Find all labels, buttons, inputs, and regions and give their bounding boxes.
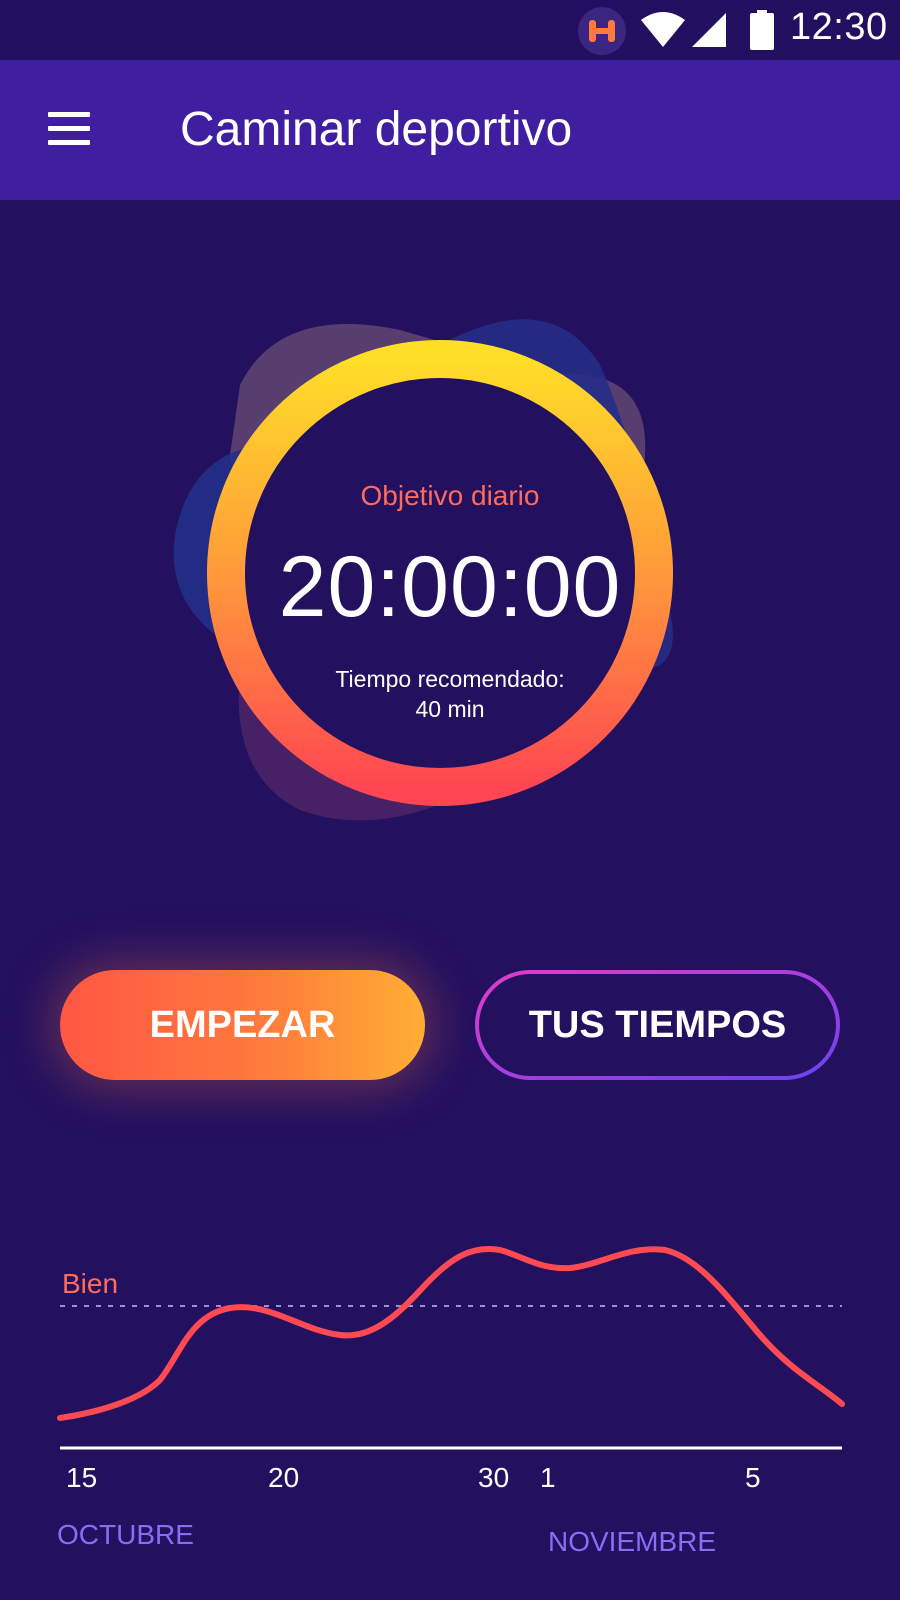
x-tick-label: 1	[540, 1462, 556, 1493]
month-label-october: OCTUBRE	[57, 1519, 194, 1550]
wifi-icon	[640, 12, 686, 53]
goal-label: Objetivo diario	[360, 480, 540, 511]
your-times-button[interactable]: TUS TIEMPOS	[475, 970, 840, 1080]
page-title: Caminar deportivo	[180, 103, 573, 156]
your-times-button-label-wrap: TUS TIEMPOS	[475, 970, 840, 1080]
status-time: 12:30	[790, 6, 888, 48]
start-button-label: EMPEZAR	[149, 1003, 336, 1046]
status-bar: 12:30	[0, 0, 900, 60]
x-tick-label: 5	[745, 1462, 761, 1493]
recommended-time: Tiempo recomendado: 40 min	[300, 664, 600, 724]
your-times-button-label: TUS TIEMPOS	[528, 1003, 787, 1046]
hamburger-menu-icon[interactable]	[48, 110, 92, 148]
app-notification-icon	[578, 7, 626, 55]
start-button[interactable]: EMPEZAR	[60, 970, 425, 1080]
x-tick-label: 15	[66, 1462, 98, 1493]
recommended-time-label: Tiempo recomendado:	[335, 666, 565, 692]
battery-icon	[750, 10, 774, 55]
goal-time-value: 20:00:00	[278, 539, 622, 635]
x-tick-label: 20	[268, 1462, 300, 1493]
x-tick-label: 30	[478, 1462, 510, 1493]
month-label-november: NOVIEMBRE	[548, 1526, 717, 1557]
recommended-time-value: 40 min	[415, 696, 485, 722]
cell-signal-icon	[692, 12, 728, 53]
activity-chart	[57, 1246, 845, 1450]
chart-line	[57, 1246, 845, 1421]
app-toolbar: Caminar deportivo	[0, 60, 900, 200]
